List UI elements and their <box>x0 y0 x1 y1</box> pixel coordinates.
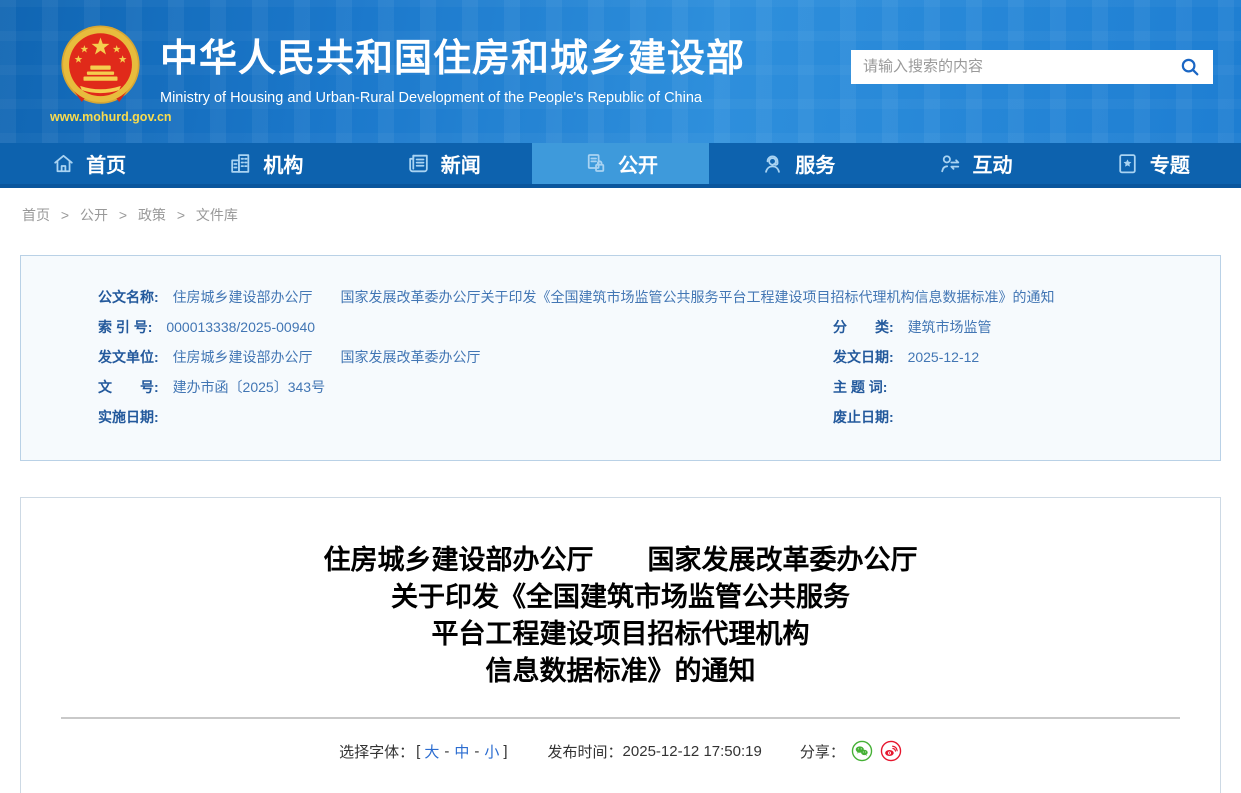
nav-item-label: 专题 <box>1150 149 1190 178</box>
nav-item-label: 公开 <box>618 149 658 178</box>
nav-item-topics[interactable]: 专题 <box>1064 143 1241 184</box>
font-size-large[interactable]: 大 <box>424 741 439 762</box>
national-emblem-logo <box>58 23 143 108</box>
meta-value: 住房城乡建设部办公厅 国家发展改革委办公厅关于印发《全国建筑市场监管公共服务平台… <box>173 289 1055 305</box>
nav-item-organization[interactable]: 机构 <box>177 143 354 184</box>
share-weibo-button[interactable] <box>880 740 902 762</box>
search-button[interactable] <box>1179 56 1201 78</box>
font-size-small[interactable]: 小 <box>484 741 499 762</box>
nav-item-label: 服务 <box>795 149 835 178</box>
news-icon <box>406 151 431 176</box>
meta-value: 建办市函〔2025〕343号 <box>173 379 326 395</box>
meta-label: 主 题 词: <box>833 379 887 395</box>
meta-value: 住房城乡建设部办公厅 国家发展改革委办公厅 <box>173 349 481 365</box>
breadcrumb: 首页 > 公开 > 政策 > 文件库 <box>0 188 1241 225</box>
meta-label: 索 引 号: <box>98 319 152 335</box>
meta-label: 废止日期: <box>833 409 894 425</box>
interaction-icon <box>938 151 963 176</box>
nav-item-disclosure[interactable]: 公开 <box>532 143 709 184</box>
share-wechat-button[interactable] <box>851 740 873 762</box>
breadcrumb-separator: > <box>119 207 127 223</box>
meta-value: 2025-12-12 <box>908 349 980 365</box>
document-title-line: 住房城乡建设部办公厅 国家发展改革委办公厅 <box>81 542 1160 579</box>
nav-item-label: 互动 <box>973 149 1013 178</box>
article-toolbar: 选择字体： [ 大 - 中 - 小 ] 发布时间： 2025-12-12 17:… <box>21 740 1220 762</box>
site-title: 中华人民共和国住房和城乡建设部 <box>160 27 851 82</box>
meta-label: 公文名称: <box>98 289 159 305</box>
meta-label: 实施日期: <box>98 409 159 425</box>
breadcrumb-disclosure[interactable]: 公开 <box>80 207 108 223</box>
article: 住房城乡建设部办公厅 国家发展改革委办公厅 关于印发《全国建筑市场监管公共服务 … <box>20 497 1221 793</box>
meta-value: 建筑市场监管 <box>908 319 992 335</box>
breadcrumb-separator: > <box>61 207 69 223</box>
meta-row: 索 引 号: 000013338/2025-00940 分 类: 建筑市场监管 <box>98 312 1200 342</box>
logo-block: www.mohurd.gov.cn <box>50 23 150 124</box>
size-separator: - <box>474 743 479 760</box>
nav-item-label: 机构 <box>263 149 303 178</box>
nav-item-interaction[interactable]: 互动 <box>886 143 1063 184</box>
share-label: 分享： <box>800 741 845 762</box>
meta-value: 000013338/2025-00940 <box>166 319 315 335</box>
topics-icon <box>1115 151 1140 176</box>
nav-item-home[interactable]: 首页 <box>0 143 177 184</box>
meta-label: 发文单位: <box>98 349 159 365</box>
document-title-line: 信息数据标准》的通知 <box>81 653 1160 690</box>
home-icon <box>51 151 76 176</box>
site-header: www.mohurd.gov.cn 中华人民共和国住房和城乡建设部 Minist… <box>0 0 1241 143</box>
search-input[interactable] <box>863 58 1179 75</box>
publish-time-label: 发布时间： <box>548 741 623 762</box>
organization-icon <box>228 151 253 176</box>
bracket-open: [ <box>416 743 420 760</box>
meta-label: 文 号: <box>98 379 159 395</box>
font-size-label: 选择字体： <box>339 741 414 762</box>
publish-time-value: 2025-12-12 17:50:19 <box>623 743 762 760</box>
disclosure-icon <box>583 151 608 176</box>
meta-row: 实施日期: 废止日期: <box>98 402 1200 432</box>
font-size-medium[interactable]: 中 <box>454 741 469 762</box>
main-nav: 首页 机构 新闻 公开 <box>0 143 1241 188</box>
title-divider <box>61 717 1180 719</box>
nav-item-service[interactable]: 服务 <box>709 143 886 184</box>
site-title-block: 中华人民共和国住房和城乡建设部 Ministry of Housing and … <box>160 27 851 106</box>
breadcrumb-library[interactable]: 文件库 <box>196 207 238 223</box>
nav-item-label: 新闻 <box>441 149 481 178</box>
meta-row: 发文单位: 住房城乡建设部办公厅 国家发展改革委办公厅 发文日期: 2025-1… <box>98 342 1200 372</box>
search-icon <box>1179 56 1201 78</box>
meta-row: 文 号: 建办市函〔2025〕343号 主 题 词: <box>98 372 1200 402</box>
nav-item-label: 首页 <box>86 149 126 178</box>
site-subtitle-en: Ministry of Housing and Urban-Rural Deve… <box>160 90 851 106</box>
size-separator: - <box>444 743 449 760</box>
breadcrumb-policy[interactable]: 政策 <box>138 207 166 223</box>
doc-meta-panel: 公文名称: 住房城乡建设部办公厅 国家发展改革委办公厅关于印发《全国建筑市场监管… <box>20 255 1221 461</box>
document-title-line: 平台工程建设项目招标代理机构 <box>81 616 1160 653</box>
document-title-line: 关于印发《全国建筑市场监管公共服务 <box>81 579 1160 616</box>
breadcrumb-separator: > <box>177 207 185 223</box>
weibo-icon <box>880 740 902 762</box>
search-box <box>851 50 1213 84</box>
document-title: 住房城乡建设部办公厅 国家发展改革委办公厅 关于印发《全国建筑市场监管公共服务 … <box>81 542 1160 690</box>
site-url: www.mohurd.gov.cn <box>50 110 150 124</box>
meta-label: 分 类: <box>833 319 894 335</box>
meta-label: 发文日期: <box>833 349 894 365</box>
meta-row-name: 公文名称: 住房城乡建设部办公厅 国家发展改革委办公厅关于印发《全国建筑市场监管… <box>98 282 1200 312</box>
bracket-close: ] <box>503 743 507 760</box>
nav-item-news[interactable]: 新闻 <box>355 143 532 184</box>
service-icon <box>760 151 785 176</box>
wechat-icon <box>851 740 873 762</box>
breadcrumb-home[interactable]: 首页 <box>22 207 50 223</box>
